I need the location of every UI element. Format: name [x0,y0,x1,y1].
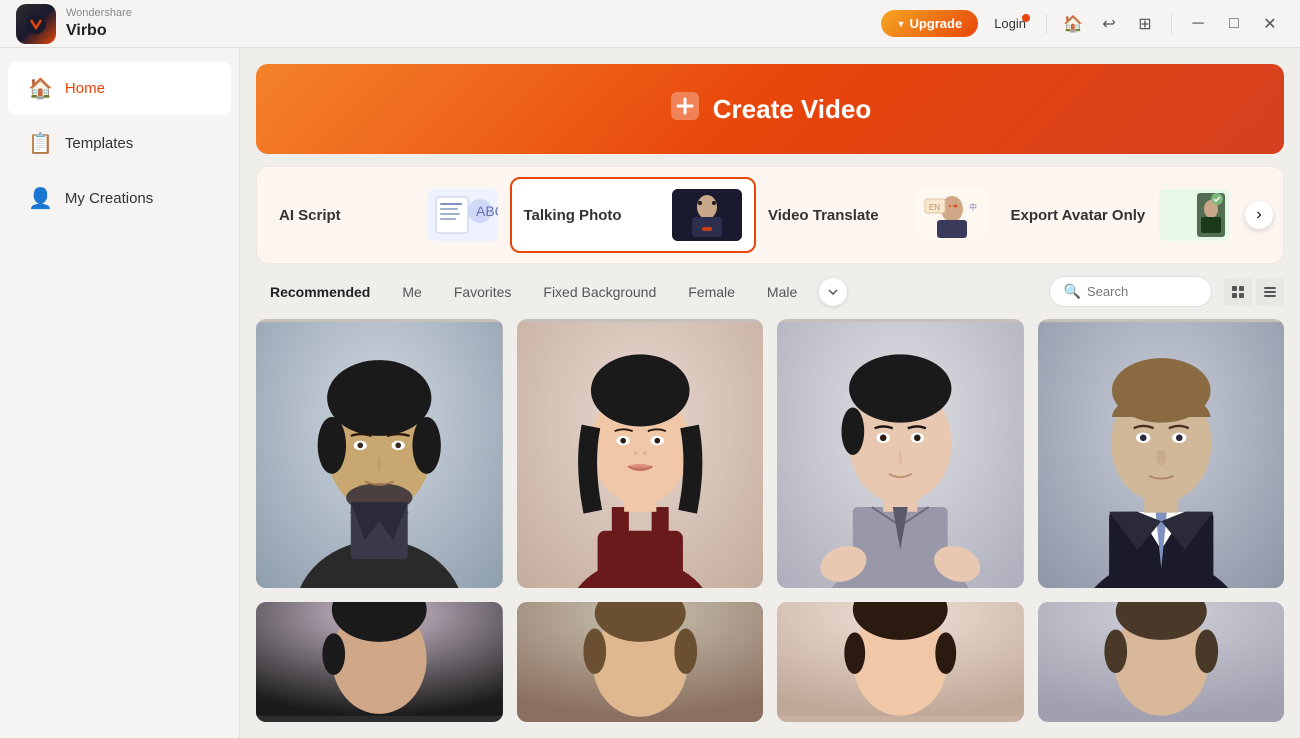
filter-recommended[interactable]: Recommended [256,278,384,306]
my-creations-nav-icon: 👤 [28,186,53,211]
filter-me[interactable]: Me [388,278,435,306]
brand-top: Wondershare [66,7,132,20]
create-video-label: Create Video [713,94,871,125]
sidebar-home-label: Home [65,80,105,97]
sidebar: 🏠 Home 📋 Templates 👤 My Creations [0,48,240,738]
close-button[interactable]: ✕ [1256,10,1284,38]
tab-talking-photo[interactable]: Talking Photo [510,177,757,253]
avatar-grid: Brandt-Casual [256,319,1284,722]
separator2 [1171,14,1172,34]
filter-female[interactable]: Female [674,278,749,306]
search-input[interactable] [1087,284,1197,299]
talking-photo-thumb [672,189,742,241]
filter-row: Recommended Me Favorites Fixed Backgroun… [256,276,1284,307]
export-avatar-label: Export Avatar Only [1011,207,1152,224]
sidebar-item-templates[interactable]: 📋 Templates [8,117,231,170]
app-name: Wondershare Virbo [66,7,132,39]
talking-photo-label: Talking Photo [524,207,665,224]
sidebar-my-creations-label: My Creations [65,190,153,207]
sidebar-item-home[interactable]: 🏠 Home [8,62,231,115]
filter-favorites[interactable]: Favorites [440,278,526,306]
filter-more-button[interactable] [819,278,847,306]
feature-tabs-next-arrow[interactable]: › [1245,201,1273,229]
create-plus-icon [669,90,701,129]
templates-nav-icon: 📋 [28,131,53,156]
tab-ai-script[interactable]: AI Script ABC [267,179,510,251]
sidebar-item-my-creations[interactable]: 👤 My Creations [8,172,231,225]
avatar-img-amber [517,319,764,588]
video-translate-label: Video Translate [768,207,909,224]
tab-export-avatar-only[interactable]: Export Avatar Only [999,179,1242,251]
title-bar-actions: Upgrade Login 🏠 ↩ ⊞ ─ □ ✕ [881,10,1284,38]
banner-content: Create Video [669,90,871,129]
avatar-img-gabriel [1038,319,1285,588]
avatar-card-harper[interactable]: Harper-Promotion [777,319,1024,588]
avatar-img-partial-3 [777,602,1024,722]
video-translate-thumb: EN 中 [917,189,987,241]
create-video-banner[interactable]: Create Video [256,64,1284,154]
avatar-card-brandt[interactable]: Brandt-Casual [256,319,503,588]
avatar-card-gabriel[interactable]: Gabriel-Business [1038,319,1285,588]
brand-bottom: Virbo [66,21,132,40]
app-identity: Wondershare Virbo [16,4,132,44]
avatar-img-partial-2 [517,602,764,722]
list-view-button[interactable] [1256,278,1284,306]
avatar-card-partial-4[interactable] [1038,602,1285,722]
view-toggle [1224,278,1284,306]
filter-male[interactable]: Male [753,278,811,306]
app-logo [16,4,56,44]
svg-text:ABC: ABC [476,203,498,219]
refresh-icon[interactable]: ↩ [1095,10,1123,38]
grid-view-button[interactable] [1224,278,1252,306]
avatar-card-amber[interactable]: Amber - Fashion [517,319,764,588]
filter-fixed-background[interactable]: Fixed Background [529,278,670,306]
avatar-card-partial-1[interactable] [256,602,503,722]
avatar-img-partial-1 [256,602,503,722]
export-avatar-thumb [1159,189,1229,241]
avatar-img-harper [777,319,1024,588]
notification-dot [1022,14,1030,22]
avatar-img-brandt [256,319,503,588]
feature-tabs: AI Script ABC Talking Photo [256,166,1284,264]
main-content: Create Video AI Script ABC [240,48,1300,738]
avatar-card-partial-2[interactable] [517,602,764,722]
home-icon[interactable]: 🏠 [1059,10,1087,38]
main-layout: 🏠 Home 📋 Templates 👤 My Creations Create [0,48,1300,738]
avatar-img-partial-4 [1038,602,1285,722]
title-bar: Wondershare Virbo Upgrade Login 🏠 ↩ ⊞ ─ … [0,0,1300,48]
upgrade-button[interactable]: Upgrade [881,10,979,37]
tab-video-translate[interactable]: Video Translate EN 中 [756,179,999,251]
svg-text:EN: EN [929,203,940,212]
maximize-button[interactable]: □ [1220,10,1248,38]
grid-icon[interactable]: ⊞ [1131,10,1159,38]
ai-script-thumb: ABC [428,189,498,241]
svg-text:中: 中 [969,202,977,212]
separator [1046,14,1047,34]
home-nav-icon: 🏠 [28,76,53,101]
sidebar-templates-label: Templates [65,135,133,152]
search-box: 🔍 [1049,276,1212,307]
avatar-card-partial-3[interactable] [777,602,1024,722]
ai-script-label: AI Script [279,207,420,224]
minimize-button[interactable]: ─ [1184,10,1212,38]
login-button[interactable]: Login [986,12,1034,35]
search-icon: 🔍 [1064,283,1081,300]
